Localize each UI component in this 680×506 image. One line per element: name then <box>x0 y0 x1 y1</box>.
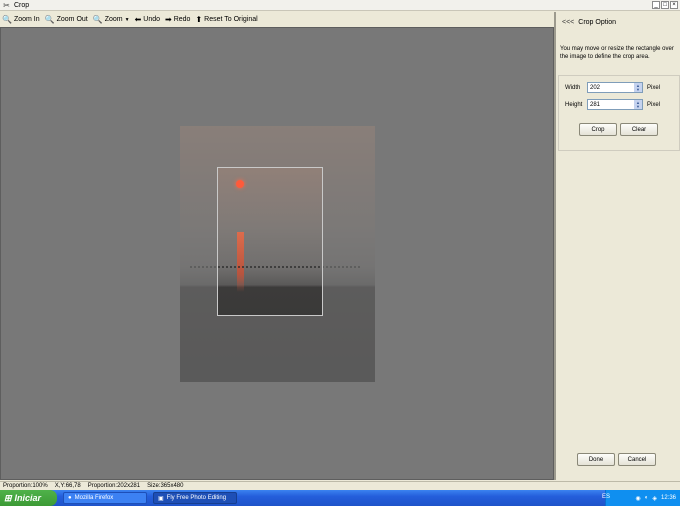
taskbar-item-photo-editing[interactable]: ▣ Fly Free Photo Editing <box>153 492 237 504</box>
taskbar-item-label: Fly Free Photo Editing <box>166 495 227 501</box>
toolbar: 🔍 Zoom In 🔍 Zoom Out 🔍 Zoom ▼ ⬅ Undo ➡ R… <box>0 12 554 27</box>
spinner-arrows-icon[interactable]: ▲ ▼ <box>634 83 642 92</box>
panel-description: You may move or resize the rectangle ove… <box>560 46 674 60</box>
window-title: Crop <box>14 1 30 9</box>
system-tray: ◉ ◐ ◈ 12:36 <box>605 490 680 506</box>
firefox-icon: ● <box>68 495 72 501</box>
width-value: 202 <box>590 84 601 91</box>
zoom-out-icon: 🔍 <box>44 14 55 24</box>
zoom-icon: 🔍 <box>92 14 103 24</box>
zoom-out-label: Zoom Out <box>56 16 88 23</box>
chevron-down-icon: ▼ <box>124 16 130 23</box>
start-label: Iniciar <box>14 493 42 503</box>
redo-label: Redo <box>173 16 191 23</box>
taskbar: ⊞ Iniciar ● Mozilla Firefox ▣ Fly Free P… <box>0 490 680 506</box>
window-icon: ▣ <box>158 495 164 502</box>
width-row: Width 202 ▲ ▼ Pixel <box>565 82 660 93</box>
dim-overlay-right <box>323 167 375 316</box>
windows-flag-icon: ⊞ <box>4 492 12 503</box>
panel-title: Crop Option <box>578 19 617 26</box>
reset-button[interactable]: ⬆ Reset To Original <box>195 14 258 24</box>
zoom-in-icon: 🔍 <box>2 14 12 24</box>
zoom-in-button[interactable]: 🔍 Zoom In <box>2 14 40 24</box>
taskbar-item-firefox[interactable]: ● Mozilla Firefox <box>63 492 147 504</box>
zoom-out-button[interactable]: 🔍 Zoom Out <box>44 14 88 24</box>
taskbar-item-label: Mozilla Firefox <box>74 495 114 501</box>
network-icon[interactable]: ◉ <box>635 495 640 502</box>
redo-button[interactable]: ➡ Redo <box>165 14 191 24</box>
close-button[interactable]: × <box>670 1 678 9</box>
undo-button[interactable]: ⬅ Undo <box>134 14 161 24</box>
status-proportion: Proportion:100% <box>3 483 48 489</box>
spinner-arrows-icon[interactable]: ▲ ▼ <box>634 100 642 109</box>
crop-app-icon: ✂ <box>3 0 10 10</box>
crop-size-group: Width 202 ▲ ▼ Pixel Height 281 ▲ ▼ Pixel C… <box>558 75 680 151</box>
dim-overlay-bottom <box>180 316 375 382</box>
clock[interactable]: 12:36 <box>661 495 676 501</box>
status-size: Size:365x480 <box>147 483 184 489</box>
dim-overlay-top <box>180 126 375 167</box>
zoom-in-label: Zoom In <box>13 16 40 23</box>
height-spinner[interactable]: 281 ▲ ▼ <box>587 99 643 110</box>
language-indicator[interactable]: ES <box>602 494 610 500</box>
panel-header: <<< Crop Option <box>562 19 616 26</box>
status-bar: Proportion:100% X,Y:66,78 Proportion:202… <box>0 481 680 490</box>
cancel-button[interactable]: Cancel <box>618 453 656 466</box>
crop-button[interactable]: Crop <box>579 123 617 136</box>
image-canvas[interactable] <box>0 27 554 480</box>
height-row: Height 281 ▲ ▼ Pixel <box>565 99 660 110</box>
undo-arrow-icon: ⬅ <box>134 14 142 24</box>
redo-arrow-icon: ➡ <box>165 14 172 24</box>
clear-button[interactable]: Clear <box>620 123 658 136</box>
minimize-button[interactable]: _ <box>652 1 660 9</box>
reset-label: Reset To Original <box>204 16 258 23</box>
volume-icon[interactable]: ◐ <box>645 495 649 501</box>
collapse-panel-button[interactable]: <<< <box>562 19 574 26</box>
window-controls: _ □ × <box>652 1 678 9</box>
undo-label: Undo <box>143 16 161 23</box>
crop-rectangle[interactable] <box>217 167 323 316</box>
height-unit: Pixel <box>647 101 661 108</box>
zoom-dropdown[interactable]: 🔍 Zoom ▼ <box>92 14 130 24</box>
dim-overlay-left <box>180 167 217 316</box>
height-label: Height <box>565 101 583 108</box>
done-button[interactable]: Done <box>577 453 615 466</box>
width-spinner[interactable]: 202 ▲ ▼ <box>587 82 643 93</box>
start-button[interactable]: ⊞ Iniciar <box>0 490 57 506</box>
sunset-photo <box>180 126 375 382</box>
reset-icon: ⬆ <box>195 14 203 24</box>
security-icon[interactable]: ◈ <box>652 495 657 502</box>
status-xy: X,Y:66,78 <box>54 483 81 489</box>
width-unit: Pixel <box>647 84 661 91</box>
title-bar: ✂ Crop _ □ × <box>0 0 680 11</box>
width-label: Width <box>565 84 581 91</box>
zoom-label: Zoom <box>104 16 123 23</box>
status-crop-proportion: Proportion:202x281 <box>87 483 141 489</box>
maximize-button[interactable]: □ <box>661 1 669 9</box>
height-value: 281 <box>590 101 601 108</box>
crop-options-panel: <<< Crop Option You may move or resize t… <box>554 12 680 480</box>
